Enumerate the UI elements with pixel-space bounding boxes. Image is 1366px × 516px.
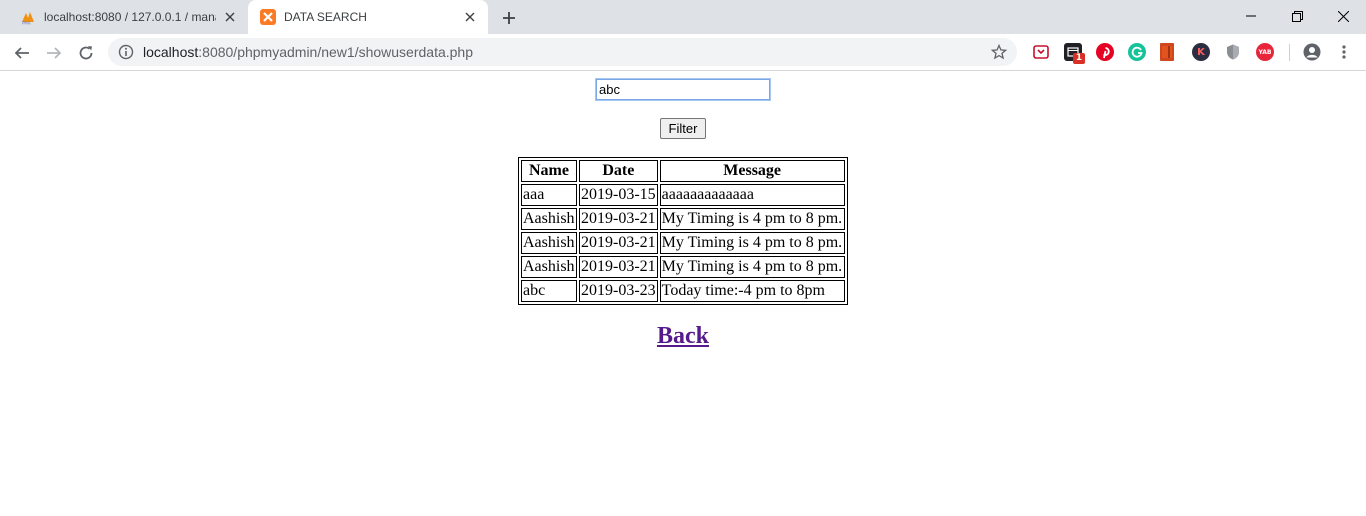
tab-strip: PMA localhost:8080 / 127.0.0.1 / mana DA…	[0, 0, 1366, 34]
restore-button[interactable]	[1274, 0, 1320, 32]
results-table: Name Date Message aaa 2019-03-15 aaaaaaa…	[518, 157, 848, 305]
svg-text:PMA: PMA	[22, 21, 31, 26]
column-header-date: Date	[579, 160, 658, 182]
minimize-icon	[1246, 15, 1256, 17]
back-link[interactable]: Back	[657, 323, 709, 349]
page-content: Filter Name Date Message aaa 2019-03-15 …	[0, 71, 1366, 516]
shield-extension[interactable]	[1224, 43, 1242, 61]
column-header-message: Message	[659, 160, 845, 182]
table-row: Aashish 2019-03-21 My Timing is 4 pm to …	[521, 208, 845, 230]
extension-badge: 1	[1073, 53, 1085, 64]
back-button[interactable]	[10, 41, 34, 65]
tab-title: localhost:8080 / 127.0.0.1 / mana	[44, 10, 216, 24]
filter-button[interactable]: Filter	[660, 118, 706, 139]
k-icon: K	[1197, 46, 1205, 58]
url-text: localhost:8080/phpmyadmin/new1/showuserd…	[143, 44, 473, 60]
tab-manager-extension[interactable]: 1	[1064, 43, 1085, 64]
bookmark-star-icon[interactable]	[991, 44, 1007, 60]
shield-icon	[1227, 44, 1239, 60]
reload-icon	[79, 46, 93, 60]
table-row: Aashish 2019-03-21 My Timing is 4 pm to …	[521, 256, 845, 278]
reload-button[interactable]	[74, 41, 98, 65]
pocket-icon	[1033, 45, 1049, 59]
column-header-name: Name	[521, 160, 577, 182]
book-icon	[1162, 46, 1172, 58]
arrow-right-icon	[47, 47, 62, 59]
cell-message: My Timing is 4 pm to 8 pm.	[659, 232, 845, 254]
profile-button[interactable]	[1303, 43, 1321, 61]
restore-icon	[1291, 10, 1303, 22]
url-path: :8080/phpmyadmin/new1/showuserdata.php	[198, 44, 474, 60]
back-link-container: Back	[0, 323, 1366, 350]
url-host: localhost	[143, 44, 199, 60]
close-icon	[1337, 10, 1349, 22]
cell-date: 2019-03-21	[579, 256, 658, 278]
cell-name: Aashish	[521, 256, 577, 278]
address-bar[interactable]: localhost:8080/phpmyadmin/new1/showuserd…	[108, 38, 1017, 66]
cell-name: abc	[521, 280, 577, 302]
forward-button[interactable]	[42, 41, 66, 65]
grammarly-extension[interactable]	[1128, 43, 1146, 61]
notebook-extension[interactable]	[1160, 43, 1174, 61]
close-icon[interactable]	[222, 9, 238, 25]
tab-data-search[interactable]: DATA SEARCH	[248, 0, 488, 34]
xampp-icon	[260, 9, 276, 25]
browser-toolbar: localhost:8080/phpmyadmin/new1/showuserd…	[0, 34, 1366, 71]
cell-name: aaa	[521, 184, 577, 206]
menu-button[interactable]	[1338, 43, 1350, 61]
cell-name: Aashish	[521, 232, 577, 254]
arrow-left-icon	[14, 47, 29, 59]
minimize-button[interactable]	[1228, 0, 1274, 32]
tab-phpmyadmin[interactable]: PMA localhost:8080 / 127.0.0.1 / mana	[0, 0, 248, 34]
cell-message: Today time:-4 pm to 8pm	[659, 280, 845, 302]
yab-extension[interactable]: YAB	[1256, 43, 1274, 61]
k-extension[interactable]: K	[1192, 43, 1210, 61]
table-row: abc 2019-03-23 Today time:-4 pm to 8pm	[521, 280, 845, 302]
cell-date: 2019-03-21	[579, 208, 658, 230]
tab-title: DATA SEARCH	[284, 10, 367, 24]
info-icon[interactable]	[118, 44, 134, 60]
search-input[interactable]	[595, 78, 771, 101]
cell-message: My Timing is 4 pm to 8 pm.	[659, 256, 845, 278]
account-icon	[1303, 43, 1321, 61]
close-window-button[interactable]	[1320, 0, 1366, 32]
cell-name: Aashish	[521, 208, 577, 230]
phpmyadmin-icon: PMA	[22, 12, 34, 26]
pinterest-icon	[1103, 47, 1110, 59]
new-tab-button[interactable]	[498, 7, 520, 29]
cell-message: aaaaaaaaaaaaa	[659, 184, 845, 206]
cell-date: 2019-03-21	[579, 232, 658, 254]
cell-date: 2019-03-23	[579, 280, 658, 302]
plus-icon	[503, 12, 515, 24]
pocket-extension[interactable]	[1032, 43, 1050, 61]
grammarly-icon	[1131, 46, 1143, 58]
cell-message: My Timing is 4 pm to 8 pm.	[659, 208, 845, 230]
yab-icon: YAB	[1258, 48, 1272, 56]
table-row: aaa 2019-03-15 aaaaaaaaaaaaa	[521, 184, 845, 206]
more-vertical-icon	[1342, 45, 1346, 59]
cell-date: 2019-03-15	[579, 184, 658, 206]
close-icon[interactable]	[462, 9, 478, 25]
table-header-row: Name Date Message	[521, 160, 845, 182]
pinterest-extension[interactable]	[1096, 43, 1114, 61]
table-row: Aashish 2019-03-21 My Timing is 4 pm to …	[521, 232, 845, 254]
toolbar-divider	[1289, 44, 1290, 61]
